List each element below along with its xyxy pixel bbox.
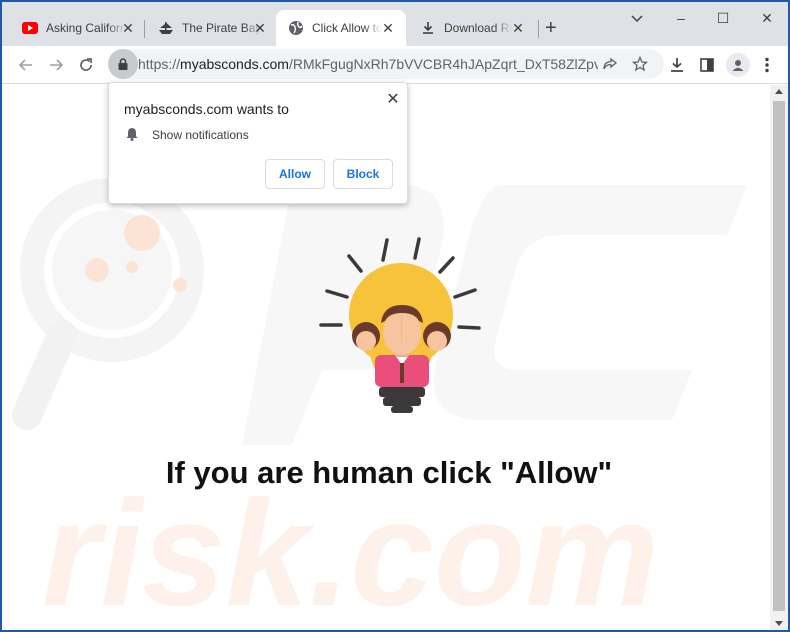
lightbulb-people-illustration bbox=[319, 237, 481, 413]
address-bar[interactable]: https://myabsconds.com/RMkFgugNxRh7bVVCB… bbox=[108, 49, 664, 79]
downloads-icon[interactable] bbox=[666, 54, 688, 76]
url-text: https://myabsconds.com/RMkFgugNxRh7bVVCB… bbox=[138, 56, 598, 72]
pirate-ship-icon bbox=[158, 20, 174, 36]
reload-icon[interactable] bbox=[74, 53, 98, 77]
url-path: /RMkFgugNxRh7bVVCBR4hJApZqrt_DxT58ZlZpv1… bbox=[288, 56, 598, 72]
back-icon[interactable] bbox=[14, 53, 38, 77]
minimize-button[interactable]: – bbox=[672, 10, 690, 28]
profile-avatar-icon[interactable] bbox=[726, 53, 750, 77]
tab-divider bbox=[538, 20, 539, 38]
download-icon bbox=[420, 20, 436, 36]
menu-kebab-icon[interactable] bbox=[756, 54, 778, 76]
side-panel-icon[interactable] bbox=[696, 54, 718, 76]
vertical-scrollbar[interactable] bbox=[770, 85, 788, 630]
lock-icon[interactable] bbox=[108, 49, 138, 79]
close-tab-icon[interactable]: ✕ bbox=[380, 20, 396, 36]
close-tab-icon[interactable]: ✕ bbox=[510, 20, 526, 36]
tab-download-ready[interactable]: Download Ready ✕ bbox=[408, 10, 536, 46]
allow-button[interactable]: Allow bbox=[265, 159, 325, 189]
tab-pirate-bay[interactable]: The Pirate Bay ✕ bbox=[146, 10, 276, 46]
browser-window: Asking California ✕ The Pirate Bay ✕ Cli… bbox=[0, 0, 790, 632]
svg-text:risk.com: risk.com bbox=[42, 469, 659, 630]
permission-label: Show notifications bbox=[152, 128, 249, 142]
scrollbar-thumb[interactable] bbox=[773, 101, 785, 611]
maximize-button[interactable]: ☐ bbox=[714, 10, 732, 28]
url-host: myabsconds.com bbox=[180, 56, 289, 72]
block-button[interactable]: Block bbox=[333, 159, 393, 189]
close-tab-icon[interactable]: ✕ bbox=[252, 20, 268, 36]
tab-asking-california[interactable]: Asking California ✕ bbox=[10, 10, 142, 46]
popup-close-button[interactable]: ✕ bbox=[385, 89, 401, 109]
tab-click-allow[interactable]: Click Allow to continue ✕ bbox=[276, 10, 406, 46]
page-headline: If you are human click "Allow" bbox=[165, 455, 613, 490]
bell-icon bbox=[125, 126, 139, 142]
forward-icon[interactable] bbox=[44, 53, 68, 77]
scroll-up-arrow-icon[interactable] bbox=[775, 89, 783, 94]
bookmark-star-icon[interactable] bbox=[630, 54, 650, 74]
notification-permission-popup: myabsconds.com wants to ✕ Show notificat… bbox=[108, 82, 408, 204]
new-tab-button[interactable]: + bbox=[545, 18, 557, 38]
tab-title: Asking California bbox=[46, 21, 126, 35]
tab-strip: Asking California ✕ The Pirate Bay ✕ Cli… bbox=[2, 2, 788, 46]
tab-title: The Pirate Bay bbox=[182, 21, 262, 35]
close-tab-icon[interactable]: ✕ bbox=[120, 20, 136, 36]
popup-title: myabsconds.com wants to bbox=[124, 101, 289, 117]
tab-title: Download Ready bbox=[444, 21, 512, 35]
chevron-down-icon[interactable] bbox=[628, 10, 646, 28]
url-scheme: https:// bbox=[138, 56, 181, 72]
tab-divider bbox=[144, 20, 145, 38]
share-icon[interactable] bbox=[600, 54, 620, 74]
close-window-button[interactable]: ✕ bbox=[758, 10, 776, 28]
toolbar: https://myabsconds.com/RMkFgugNxRh7bVVCB… bbox=[2, 46, 788, 84]
tab-title: Click Allow to continue bbox=[312, 21, 382, 35]
globe-icon bbox=[288, 20, 304, 36]
scroll-down-arrow-icon[interactable] bbox=[775, 621, 783, 626]
youtube-icon bbox=[22, 20, 38, 36]
